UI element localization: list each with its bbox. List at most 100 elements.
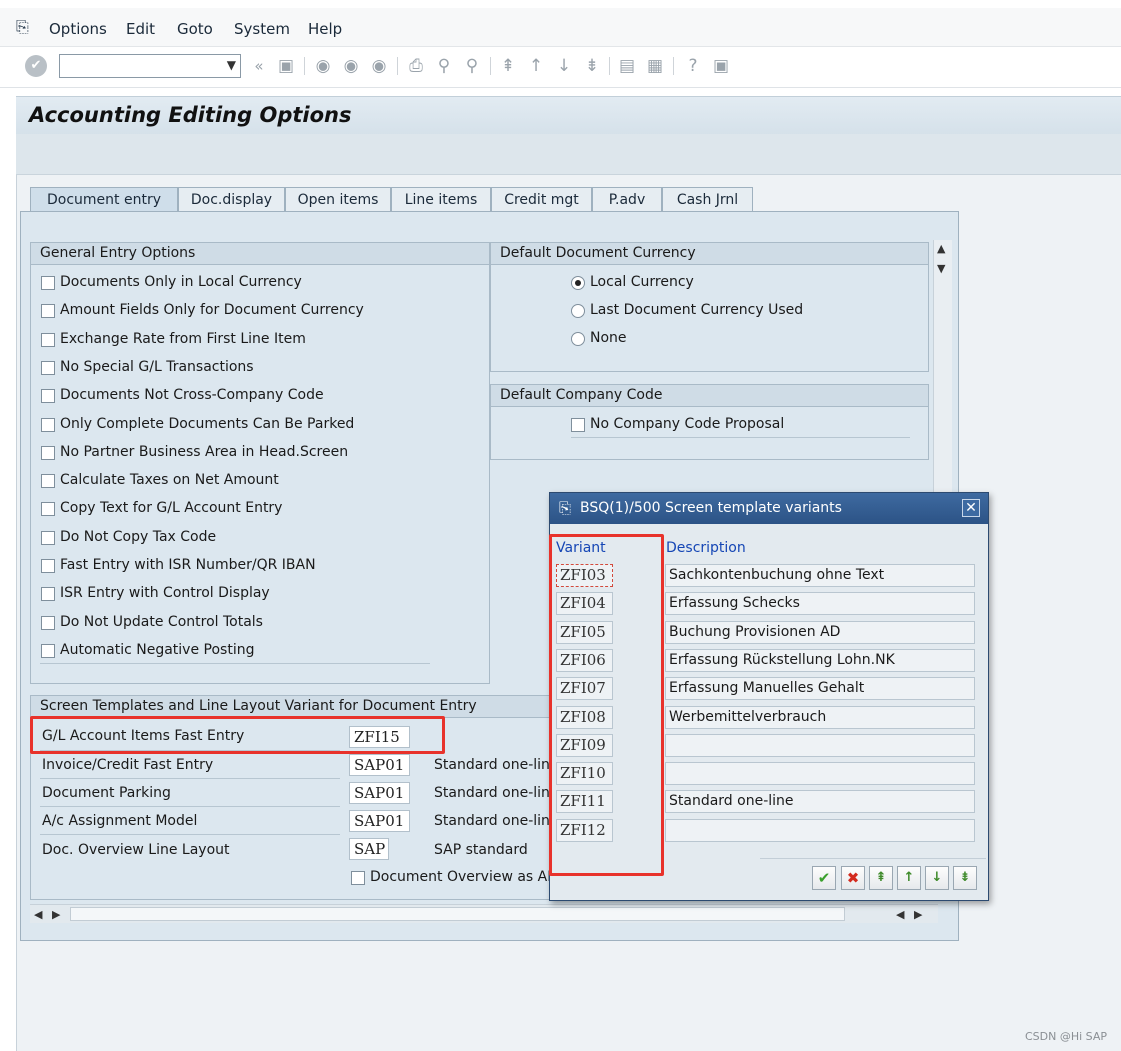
highlight-box-gl-row	[30, 716, 445, 754]
scroll-thumb[interactable]	[70, 907, 845, 921]
tab-cash-jrnl[interactable]: Cash Jrnl	[662, 187, 753, 212]
next-page-icon[interactable]: ↓	[925, 866, 949, 890]
tab-line-items[interactable]: Line items	[391, 187, 491, 212]
checkbox[interactable]	[41, 474, 55, 489]
checkbox-label: Fast Entry with ISR Number/QR IBAN	[60, 557, 316, 573]
dropdown-arrow-icon[interactable]: ▼	[227, 58, 236, 72]
watermark: CSDN @Hi SAP	[1024, 1030, 1107, 1043]
checkbox[interactable]	[41, 643, 55, 658]
group-header: Default Company Code	[491, 385, 928, 407]
panel-horizontal-scrollbar[interactable]: ◀ ▶ ◀ ▶	[30, 904, 938, 923]
first-page-icon[interactable]: ⇞	[869, 866, 893, 890]
scroll-left-icon[interactable]: ◀	[34, 908, 42, 921]
description-cell[interactable]: Sachkontenbuchung ohne Text	[665, 564, 975, 587]
description-cell[interactable]: Erfassung Rückstellung Lohn.NK	[665, 648, 975, 672]
menu-help[interactable]: Help	[308, 20, 342, 38]
scroll-left-icon[interactable]: ◀	[896, 908, 904, 921]
checkbox[interactable]	[41, 389, 55, 404]
scroll-right-icon[interactable]: ▶	[52, 908, 60, 921]
tab-open-items[interactable]: Open items	[285, 187, 391, 212]
document-parking-field[interactable]: SAP01	[349, 782, 410, 804]
previous-page-icon[interactable]: ↑	[526, 56, 546, 76]
save-icon[interactable]: ▣	[276, 56, 296, 76]
back-icon[interactable]: ◉	[313, 56, 333, 76]
tab-doc-display[interactable]: Doc.display	[178, 187, 285, 212]
shortcut-icon[interactable]: ▦	[645, 56, 665, 76]
page-title: Accounting Editing Options	[29, 103, 352, 127]
panel-vertical-scrollbar[interactable]: ▲ ▼	[933, 240, 952, 495]
checkbox[interactable]	[41, 530, 55, 545]
confirm-check-icon[interactable]: ✔	[812, 866, 836, 890]
description-cell[interactable]	[665, 762, 975, 786]
description-cell[interactable]: Standard one-line	[665, 790, 975, 814]
description-cell[interactable]	[665, 818, 975, 842]
close-icon[interactable]: ✕	[962, 499, 980, 517]
checkbox-label: Documents Only in Local Currency	[60, 274, 302, 290]
double-chevron-left-icon[interactable]: «	[249, 56, 269, 76]
ac-assignment-model-field[interactable]: SAP01	[349, 810, 410, 832]
cancel-icon[interactable]: ◉	[369, 56, 389, 76]
doc-overview-line-layout-label: Doc. Overview Line Layout	[42, 842, 230, 858]
create-session-icon[interactable]: ▤	[617, 56, 637, 76]
invoice-credit-fast-entry-field[interactable]: SAP01	[349, 754, 410, 776]
next-page-icon[interactable]: ↓	[554, 56, 574, 76]
previous-page-icon[interactable]: ↑	[897, 866, 921, 890]
radio-button[interactable]	[571, 276, 585, 290]
checkbox[interactable]	[41, 502, 55, 517]
last-page-icon[interactable]: ⇟	[953, 866, 977, 890]
last-page-icon[interactable]: ⇟	[582, 56, 602, 76]
description-cell[interactable]: Erfassung Schecks	[665, 592, 975, 616]
checkbox[interactable]	[41, 276, 55, 290]
menu-edit[interactable]: Edit	[126, 20, 155, 38]
print-icon[interactable]: ⎙	[406, 56, 426, 76]
checkbox-label: Do Not Update Control Totals	[60, 613, 263, 630]
find-next-icon[interactable]: ⚲	[462, 56, 482, 76]
menu-options[interactable]: Options	[49, 20, 107, 38]
invoice-credit-desc: Standard one-line	[434, 757, 559, 773]
tab-p-adv[interactable]: P.adv	[592, 187, 662, 212]
cancel-x-icon[interactable]: ✖	[841, 866, 865, 890]
checkbox[interactable]	[41, 559, 55, 573]
checkbox-label: No Special G/L Transactions	[60, 358, 254, 375]
scroll-down-icon[interactable]: ▼	[937, 262, 945, 275]
menu-goto[interactable]: Goto	[177, 20, 213, 38]
scroll-up-icon[interactable]: ▲	[937, 242, 945, 255]
menu-system[interactable]: System	[234, 20, 290, 38]
radio-button[interactable]	[571, 332, 585, 346]
find-icon[interactable]: ⚲	[434, 56, 454, 76]
checkbox-label: Documents Not Cross-Company Code	[60, 387, 324, 404]
checkbox[interactable]	[41, 360, 55, 375]
checkbox-label: Calculate Taxes on Net Amount	[60, 472, 279, 489]
first-page-icon[interactable]: ⇞	[498, 56, 518, 76]
ac-assignment-model-desc: Standard one-line	[434, 813, 559, 829]
description-cell[interactable]: Werbemittelverbrauch	[665, 705, 975, 729]
checkbox-label: Exchange Rate from First Line Item	[60, 330, 306, 347]
exit-icon[interactable]: ◉	[341, 56, 361, 76]
checkbox[interactable]	[41, 445, 55, 460]
highlight-box-variant-column	[549, 534, 664, 876]
checkbox[interactable]	[41, 332, 55, 347]
tab-document-entry[interactable]: Document entry	[30, 187, 178, 212]
help-icon[interactable]: ?	[683, 56, 703, 76]
checkbox[interactable]	[41, 304, 55, 319]
checkbox[interactable]	[351, 871, 365, 885]
layout-menu-icon[interactable]: ▣	[711, 56, 731, 76]
enter-check-icon[interactable]: ✔	[25, 55, 47, 77]
description-cell[interactable]: Buchung Provisionen AD	[665, 620, 975, 644]
checkbox[interactable]	[41, 615, 55, 630]
column-header-description[interactable]: Description	[666, 540, 746, 556]
description-cell[interactable]: Erfassung Manuelles Gehalt	[665, 677, 975, 701]
tab-credit-mgt[interactable]: Credit mgt	[491, 187, 592, 212]
doc-overview-line-layout-field[interactable]: SAP	[349, 838, 389, 860]
description-cell[interactable]	[665, 733, 975, 757]
window-menu-icon[interactable]: ⎘	[16, 17, 29, 37]
command-field[interactable]: ▼	[59, 54, 241, 78]
checkbox[interactable]	[41, 417, 55, 432]
checkbox[interactable]	[571, 418, 585, 432]
radio-button[interactable]	[571, 304, 585, 318]
checkbox-label: Automatic Negative Posting	[60, 641, 255, 658]
checkbox[interactable]	[41, 587, 55, 602]
scroll-right-icon[interactable]: ▶	[914, 908, 922, 921]
popup-title-bar: ⎘ BSQ(1)/500 Screen template variants ✕	[550, 493, 988, 524]
popup-title: BSQ(1)/500 Screen template variants	[580, 500, 842, 516]
